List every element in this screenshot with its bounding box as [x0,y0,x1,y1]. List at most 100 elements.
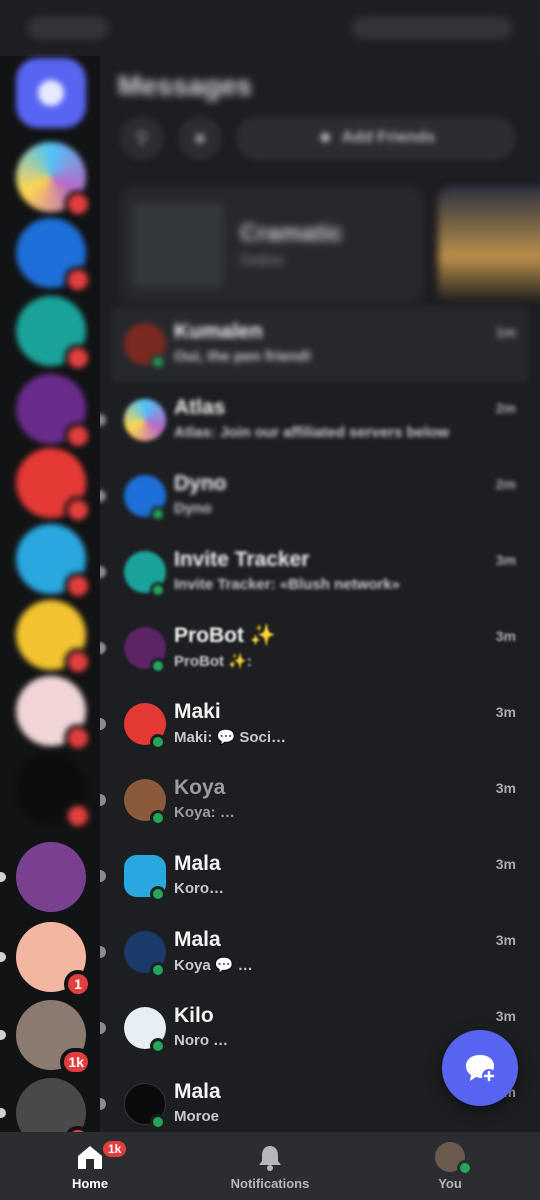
dm-name: Maki [174,700,221,723]
dm-name: Koya [174,776,226,799]
server-icon[interactable]: 1 [0,922,92,998]
dm-row[interactable]: Kumalen Oui, the pen friend! 1m [112,306,528,382]
dm-preview: Moroe [174,1108,219,1125]
bell-icon [259,1145,281,1171]
home-badge: 1k [100,1137,130,1160]
dm-row[interactable]: Maki Maki: 💬 Soci… 3m [100,686,540,762]
unread-dot [100,1098,106,1110]
dm-time: 3m [495,1008,516,1024]
online-status [150,810,166,826]
dm-time: 3m [495,780,516,796]
server-icon[interactable]: 1k [0,1000,92,1076]
messages-panel: Messages ⚲ ■ ☻ Add Friends Cramatic Onli… [100,56,540,1132]
dm-preview: Atlas: Join our affiliated servers below [174,424,450,441]
online-status [150,962,166,978]
page-title: Messages [118,70,252,101]
unread-dot [100,642,106,654]
active-now-thumb [132,202,224,288]
dm-time: 3m [495,552,516,568]
dm-name: Invite Tracker [174,548,310,571]
dm-row[interactable]: Atlas Atlas: Join our affiliated servers… [100,382,540,458]
dm-preview: Noro … [174,1032,229,1049]
unread-dot [100,414,106,426]
active-now-card[interactable] [438,186,540,304]
online-status [150,886,166,902]
dm-name: Dyno [174,472,227,495]
active-now-card[interactable]: Cramatic Online [120,186,424,304]
dm-time: 2m [495,476,516,492]
dm-preview: Koya 💬 … [174,957,253,974]
dm-preview: Maki: 💬 Soci… [174,729,287,746]
online-status [150,734,166,750]
dm-home-button[interactable] [16,58,86,128]
dm-preview: Oui, the pen friend! [174,348,312,365]
tab-notifications[interactable]: Notifications [200,1142,340,1191]
server-badge: 1 [64,970,92,998]
unread-dot [100,1022,106,1034]
dm-time: 3m [495,628,516,644]
dm-row[interactable]: Mala Koro… 3m [100,838,540,914]
server-icon[interactable] [16,142,92,218]
server-icon[interactable] [0,842,86,912]
active-now-row: Cramatic Online [120,186,540,304]
server-badge: 1k [60,1048,92,1076]
server-icon[interactable] [16,218,92,294]
dm-name: Kumalen [174,320,263,343]
server-icon[interactable] [16,448,92,524]
search-button[interactable]: ⚲ [120,116,164,160]
avatar [124,399,166,441]
dm-name: Mala [174,1080,221,1103]
online-status [457,1159,473,1176]
add-friends-button[interactable]: ☻ Add Friends [236,116,516,160]
tab-you-label: You [438,1175,462,1191]
tab-home[interactable]: 1k Home [20,1137,160,1191]
header-actions: ⚲ ■ ☻ Add Friends [120,116,516,160]
unread-dot [100,870,106,882]
dm-row[interactable]: Invite Tracker Invite Tracker: «Blush ne… [100,534,540,610]
avatar [435,1141,473,1176]
status-time [28,17,108,39]
dm-time: 2m [495,400,516,416]
dm-name: Mala [174,852,221,875]
active-now-sub: Online [240,252,284,269]
dm-row[interactable]: Dyno Dyno 2m [100,458,540,534]
server-icon[interactable] [16,600,92,676]
server-icon[interactable] [16,296,92,372]
dm-preview: ProBot ✨: [174,653,252,670]
tab-home-label: Home [71,1175,109,1191]
server-icon[interactable] [16,374,92,450]
dm-row[interactable]: ProBot ✨ ProBot ✨: 3m [100,610,540,686]
dm-name: Kilo [174,1004,214,1027]
online-status [150,1114,166,1130]
new-message-button[interactable] [442,1030,518,1106]
online-status [150,354,166,370]
unread-dot [100,794,106,806]
server-icon[interactable] [16,676,92,752]
dm-list: Kumalen Oui, the pen friend! 1m Atlas At… [100,306,540,1132]
dm-row[interactable]: Koya Koya: … 3m [100,762,540,838]
dm-preview: Invite Tracker: «Blush network» [174,576,400,593]
add-friends-label: Add Friends [341,129,436,146]
bottom-nav: 1k Home Notifications You [0,1132,540,1200]
dm-time: 3m [495,856,516,872]
dm-time: 1m [495,324,516,340]
add-friend-icon: ☻ [316,129,334,146]
dm-row[interactable]: Mala Koya 💬 … 3m [100,914,540,990]
tab-you[interactable]: You [380,1141,520,1191]
status-bar [0,0,540,56]
new-message-icon [466,1055,496,1083]
dm-name: Mala [174,928,221,951]
dm-preview: Dyno [174,500,212,517]
server-icon[interactable] [16,754,92,830]
server-rail: 1 1k 3 [0,56,100,1154]
dm-preview: Koya: … [174,804,235,821]
server-icon[interactable] [16,524,92,600]
active-now-name: Cramatic [240,220,343,247]
online-status [150,506,166,522]
unread-dot [100,946,106,958]
new-group-button[interactable]: ■ [178,116,222,160]
group-icon: ■ [194,127,206,148]
dm-time: 3m [495,704,516,720]
dm-name: ProBot ✨ [174,624,276,647]
dm-name: Atlas [174,396,226,419]
